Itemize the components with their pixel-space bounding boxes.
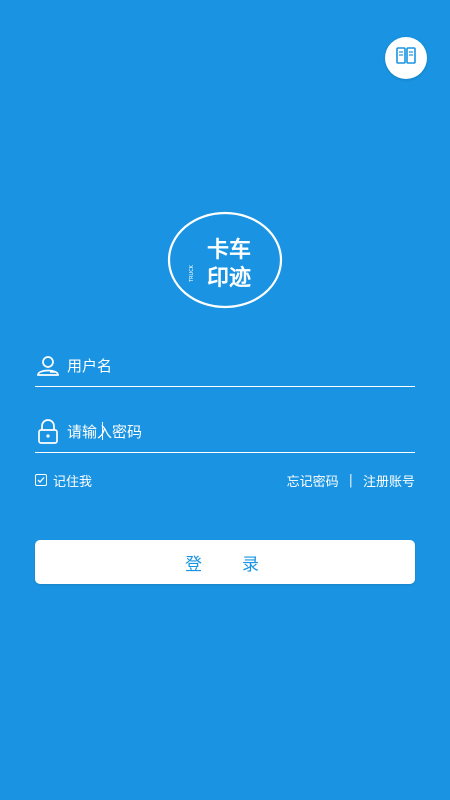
remember-me-label: 记住我 <box>53 474 93 490</box>
corner-menu-button[interactable] <box>385 37 427 79</box>
login-button[interactable]: 登录 <box>35 540 415 584</box>
logo-icon: 卡车 印迹 TRUCK <box>167 211 283 309</box>
username-field[interactable] <box>35 346 415 387</box>
forgot-password-link[interactable]: 忘记密码 <box>287 471 339 490</box>
lock-icon <box>35 419 61 445</box>
text-caret <box>102 422 103 440</box>
password-field[interactable] <box>35 412 415 453</box>
user-icon <box>35 353 61 379</box>
logo-small-text: TRUCK <box>189 264 195 283</box>
username-input[interactable] <box>67 357 415 375</box>
book-icon <box>395 46 417 70</box>
register-link[interactable]: 注册账号 <box>363 471 415 490</box>
app-logo: 卡车 印迹 TRUCK <box>167 210 283 310</box>
password-input[interactable] <box>67 423 415 441</box>
logo-line2: 印迹 <box>207 265 251 291</box>
options-row: 记住我 忘记密码 | 注册账号 <box>35 470 415 490</box>
logo-line1: 卡车 <box>207 237 251 263</box>
checkbox-checked-icon[interactable] <box>35 474 47 486</box>
remember-me-toggle[interactable]: 记住我 <box>35 471 92 490</box>
link-separator: | <box>348 472 353 488</box>
